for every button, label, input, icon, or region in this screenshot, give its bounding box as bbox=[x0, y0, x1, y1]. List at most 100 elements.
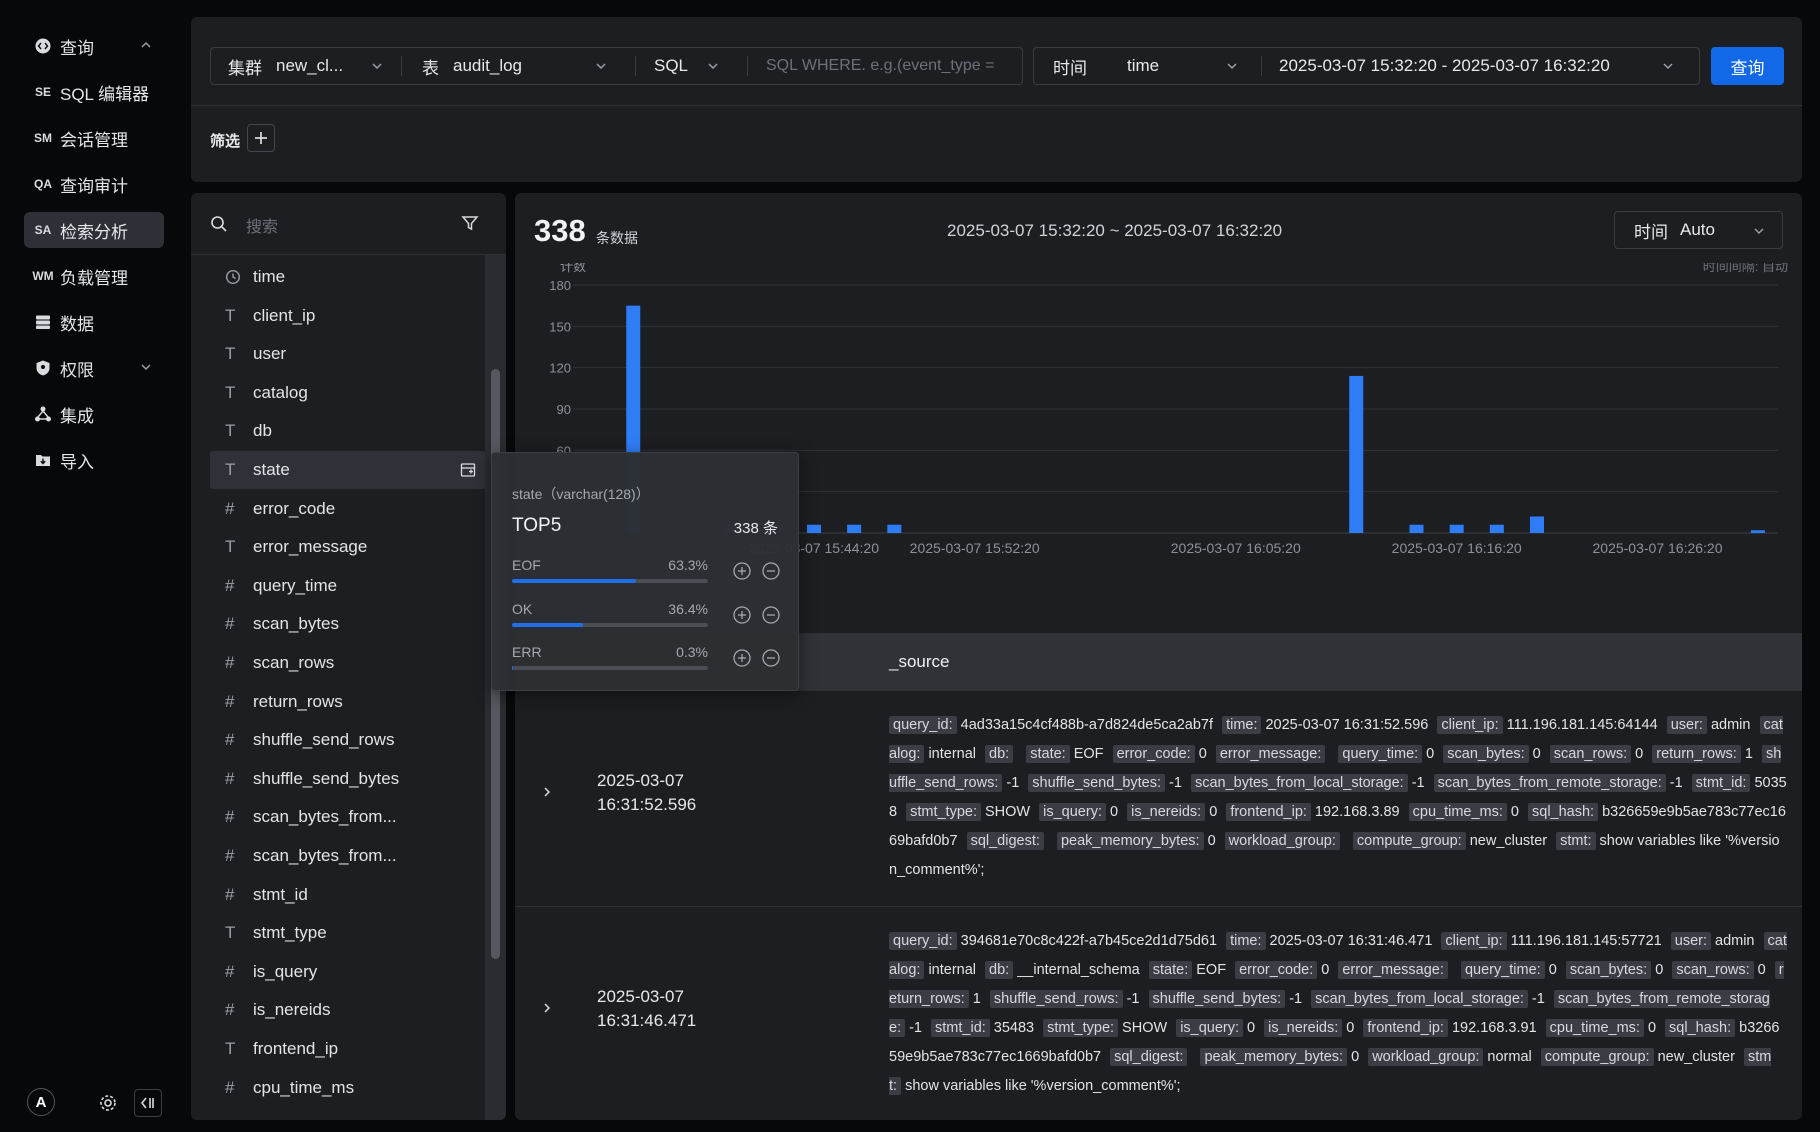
field-item-state[interactable]: Tstate bbox=[210, 451, 486, 489]
field-name: scan_rows bbox=[253, 653, 335, 672]
nav-item-8[interactable]: 集成 bbox=[24, 396, 164, 432]
text-type-icon: T bbox=[225, 421, 236, 441]
number-type-icon: # bbox=[225, 1077, 235, 1097]
time-field-select[interactable]: 时间 time bbox=[1053, 48, 1253, 84]
field-item-is_nereids[interactable]: # is_nereids bbox=[210, 991, 486, 1029]
field-item-user[interactable]: Tuser bbox=[210, 335, 486, 373]
source-value: 394681e70c8c422f-a7b45ce2d1d75d61 bbox=[960, 933, 1218, 949]
source-value: -1 bbox=[1169, 775, 1182, 791]
field-item-stmt_id[interactable]: # stmt_id bbox=[210, 876, 486, 914]
nav-item-label: 集成 bbox=[60, 406, 94, 426]
source-value: 0 bbox=[1198, 746, 1207, 762]
field-item-error_message[interactable]: Terror_message bbox=[210, 528, 486, 566]
field-name: shuffle_send_bytes bbox=[253, 768, 400, 788]
nav-item-0[interactable]: 查询 bbox=[24, 28, 164, 64]
field-item-frontend_ip[interactable]: Tfrontend_ip bbox=[210, 1030, 486, 1068]
table-value: audit_log bbox=[453, 56, 523, 75]
query-button[interactable]: 查询 bbox=[1711, 47, 1784, 85]
cluster-select[interactable]: 集群 new_cl... bbox=[228, 48, 398, 84]
field-item-db[interactable]: Tdb bbox=[210, 412, 486, 450]
source-value: 2025-03-07 16:31:52.596 bbox=[1265, 717, 1429, 733]
where-input[interactable]: SQL WHERE. e.g.(event_type = bbox=[766, 48, 1016, 84]
exclude-value-icon[interactable] bbox=[761, 605, 781, 625]
exclude-value-icon[interactable] bbox=[761, 561, 781, 581]
field-item-shuffle_send_rows[interactable]: # shuffle_send_rows bbox=[210, 721, 486, 759]
source-key: is_nereids: bbox=[1264, 1019, 1343, 1037]
field-item-scan_bytes[interactable]: # scan_bytes bbox=[210, 605, 486, 643]
include-value-icon[interactable] bbox=[732, 561, 752, 581]
nav-item-5[interactable]: WM 负载管理 bbox=[24, 258, 164, 294]
table-select[interactable]: 表 audit_log bbox=[422, 48, 622, 84]
source-key: return_rows: bbox=[1652, 745, 1741, 763]
y-tick-label: 120 bbox=[549, 361, 571, 376]
interval-select[interactable]: 时间 Auto bbox=[1614, 211, 1783, 249]
chevron-down-icon bbox=[1754, 228, 1764, 235]
source-key: query_time: bbox=[1338, 745, 1423, 763]
field-item-scan_bytes_from[interactable]: # scan_bytes_from... bbox=[210, 837, 486, 875]
include-value-icon[interactable] bbox=[732, 648, 752, 668]
field-item-stmt_type[interactable]: Tstmt_type bbox=[210, 914, 486, 952]
table-row[interactable]: 2025-03-07 16:31:46.471 query_id: 394681e70… bbox=[515, 907, 1802, 1120]
source-key: is_query: bbox=[1176, 1019, 1244, 1037]
source-value: 0 bbox=[1532, 746, 1541, 762]
avatar[interactable]: A bbox=[27, 1088, 55, 1116]
field-name: query_time bbox=[253, 575, 338, 595]
shield-icon bbox=[26, 359, 60, 377]
source-key: error_message: bbox=[1215, 745, 1326, 763]
nav-item-6[interactable]: 数据 bbox=[24, 304, 164, 340]
collapse-nav-button[interactable] bbox=[134, 1089, 162, 1117]
field-item-is_query[interactable]: # is_query bbox=[210, 953, 486, 991]
source-key: frontend_ip: bbox=[1363, 1019, 1448, 1037]
histogram-bar bbox=[887, 524, 902, 533]
table-label: 表 bbox=[422, 58, 439, 78]
field-item-return_rows[interactable]: # return_rows bbox=[210, 683, 486, 721]
chevron-right-icon[interactable] bbox=[539, 1000, 555, 1016]
time-range-picker[interactable]: 2025-03-07 15:32:20 - 2025-03-07 16:32:2… bbox=[1279, 48, 1689, 84]
histogram-bar bbox=[807, 524, 821, 533]
field-item-client_ip[interactable]: Tclient_ip bbox=[210, 297, 486, 335]
source-value: -1 bbox=[909, 1020, 922, 1036]
nav-abbrev-icon: WM bbox=[32, 269, 54, 283]
nav-item-4[interactable]: SA 检索分析 bbox=[24, 212, 164, 248]
nav-item-7[interactable]: 权限 bbox=[24, 350, 164, 386]
table-row[interactable]: 2025-03-07 16:31:52.596 query_id: 4ad33a15c… bbox=[515, 691, 1802, 907]
nav-item-2[interactable]: SM 会话管理 bbox=[24, 120, 164, 156]
chevron-down-icon bbox=[708, 63, 718, 70]
nav-item-1[interactable]: SE SQL 编辑器 bbox=[24, 74, 164, 110]
histogram-bar bbox=[1449, 524, 1464, 533]
field-item-query_time[interactable]: # query_time bbox=[210, 567, 486, 605]
chevron-down-icon bbox=[1663, 63, 1673, 70]
exclude-value-icon[interactable] bbox=[761, 648, 781, 668]
nav-item-label: 检索分析 bbox=[60, 222, 128, 242]
nav-item-9[interactable]: 导入 bbox=[24, 442, 164, 478]
popup-value-bar bbox=[512, 622, 708, 627]
result-count: 338 bbox=[534, 213, 586, 248]
include-value-icon[interactable] bbox=[732, 605, 752, 625]
field-item-shuffle_send_bytes[interactable]: # shuffle_send_bytes bbox=[210, 760, 486, 798]
field-name: time bbox=[253, 267, 286, 286]
text-type-icon: T bbox=[225, 382, 236, 402]
source-key: sql_hash: bbox=[1665, 1019, 1736, 1037]
number-type-icon: # bbox=[225, 653, 235, 672]
source-key: compute_group: bbox=[1540, 1048, 1654, 1066]
field-item-catalog[interactable]: Tcatalog bbox=[210, 374, 486, 412]
field-item-cpu_time_ms[interactable]: # cpu_time_ms bbox=[210, 1069, 486, 1107]
source-value: 0 bbox=[1635, 746, 1644, 762]
field-item-error_code[interactable]: # error_code bbox=[210, 490, 486, 528]
mode-select[interactable]: SQL bbox=[654, 48, 734, 84]
add-filter-button[interactable] bbox=[247, 124, 275, 152]
row-clock: 16:31:46.471 bbox=[597, 1011, 697, 1030]
filter-icon[interactable] bbox=[461, 214, 479, 232]
settings-button[interactable] bbox=[94, 1089, 122, 1117]
field-item-scan_rows[interactable]: # scan_rows bbox=[210, 644, 486, 682]
source-key: client_ip: bbox=[1437, 716, 1503, 734]
field-item-scan_bytes_from[interactable]: # scan_bytes_from... bbox=[210, 798, 486, 836]
mode-value: SQL bbox=[654, 56, 689, 75]
chevron-right-icon[interactable] bbox=[539, 784, 555, 800]
number-type-icon: # bbox=[225, 730, 235, 750]
source-value: new_cluster bbox=[1657, 1049, 1735, 1065]
field-item-time[interactable]: time bbox=[210, 258, 486, 296]
add-column-icon[interactable] bbox=[460, 462, 476, 478]
field-search-input[interactable]: 搜索 bbox=[246, 213, 278, 237]
nav-item-3[interactable]: QA 查询审计 bbox=[24, 166, 164, 202]
